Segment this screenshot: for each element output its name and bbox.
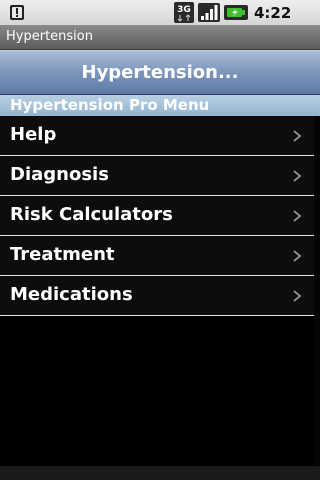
menu-item-risk-calculators[interactable]: Risk Calculators — [0, 196, 314, 236]
section-header: Hypertension Pro Menu — [0, 95, 320, 116]
menu-item-medications[interactable]: Medications — [0, 276, 314, 316]
signal-strength-icon — [198, 3, 220, 22]
menu-item-label: Treatment — [10, 244, 115, 265]
section-title: Hypertension Pro Menu — [10, 96, 210, 114]
3g-network-icon: 3G — [174, 2, 194, 23]
page-title: Hypertension... — [81, 62, 239, 83]
app-title-bar: Hypertension — [0, 25, 320, 50]
menu-item-treatment[interactable]: Treatment — [0, 236, 314, 276]
chevron-right-icon — [293, 210, 302, 222]
bottom-bar — [0, 466, 320, 480]
status-bar: 3G 4:22 PM — [0, 0, 320, 40]
alert-notification-icon[interactable] — [9, 4, 25, 21]
battery-charging-icon — [224, 5, 248, 20]
menu-list: Help Diagnosis Risk Calculators Treatmen… — [0, 116, 314, 316]
chevron-right-icon — [293, 170, 302, 182]
menu-item-label: Help — [10, 124, 57, 145]
menu-item-label: Risk Calculators — [10, 204, 173, 225]
chevron-right-icon — [293, 130, 302, 142]
chevron-right-icon — [293, 250, 302, 262]
menu-item-diagnosis[interactable]: Diagnosis — [0, 156, 314, 196]
scrollbar-track[interactable] — [314, 116, 320, 466]
menu-item-help[interactable]: Help — [0, 116, 314, 156]
chevron-right-icon — [293, 290, 302, 302]
app-title: Hypertension — [6, 29, 93, 44]
network-type-label: 3G — [177, 5, 191, 15]
page-header: Hypertension... — [0, 50, 320, 95]
menu-item-label: Diagnosis — [10, 164, 109, 185]
menu-item-label: Medications — [10, 284, 133, 305]
